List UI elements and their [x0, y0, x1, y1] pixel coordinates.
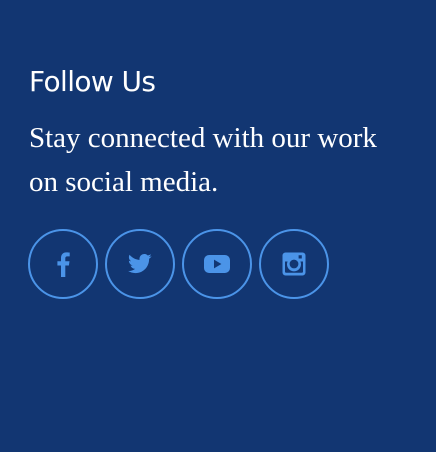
social-links [28, 229, 329, 300]
follow-us-heading: Follow Us [29, 65, 156, 98]
follow-us-tagline: Stay connected with our work on social m… [29, 122, 377, 198]
facebook-icon [57, 252, 70, 277]
twitter-button[interactable] [105, 229, 175, 299]
follow-us-panel: Follow Us Stay connected with our work o… [0, 0, 436, 452]
twitter-icon [128, 254, 152, 274]
instagram-icon [282, 252, 306, 276]
youtube-icon [204, 255, 230, 273]
instagram-button[interactable] [259, 229, 329, 299]
facebook-button[interactable] [28, 229, 98, 299]
youtube-button[interactable] [182, 229, 252, 299]
